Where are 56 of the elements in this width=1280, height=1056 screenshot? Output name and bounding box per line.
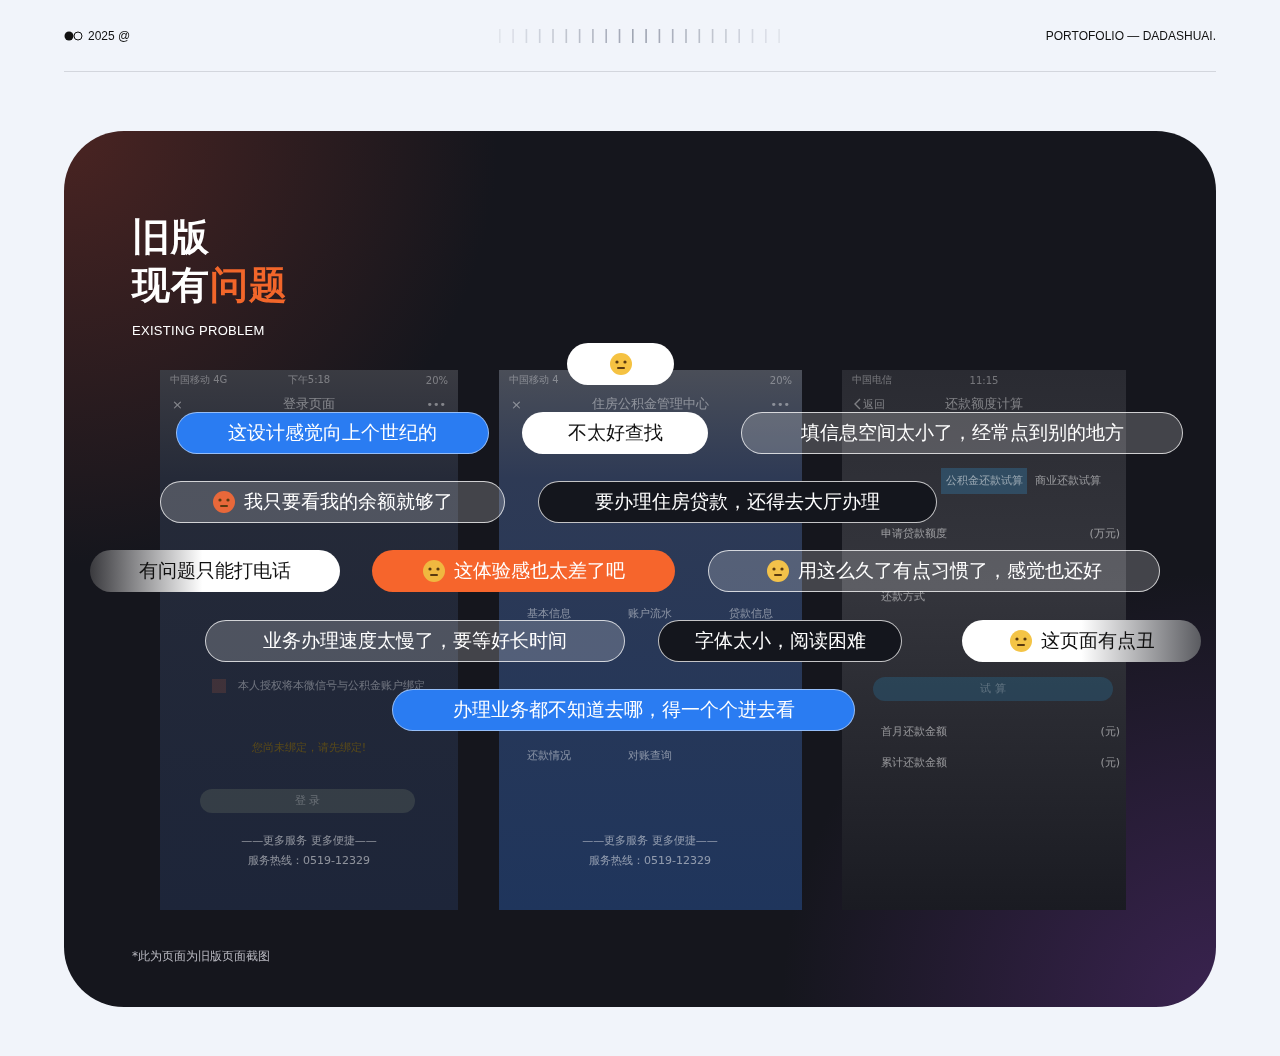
field-label: 累计还款金额 bbox=[881, 755, 947, 771]
emoji-icon bbox=[422, 559, 446, 583]
unit-label: (元) bbox=[1100, 724, 1120, 740]
menu-item[interactable]: 基本信息 bbox=[527, 606, 571, 622]
comment-bubble: 不太好查找 bbox=[522, 412, 708, 454]
footer-text: ——更多服务 更多便捷—— bbox=[241, 833, 377, 849]
screen-title: 住房公积金管理中心 bbox=[592, 395, 709, 413]
subtitle: EXISTING PROBLEM bbox=[132, 323, 266, 338]
battery-label: 20% bbox=[425, 374, 448, 386]
heading-accent: 问题 bbox=[210, 263, 288, 307]
comment-bubble: 填信息空间太小了，经常点到别的地方 bbox=[741, 412, 1183, 454]
comment-bubble: 这页面有点丑 bbox=[962, 620, 1201, 662]
menu-item[interactable]: 账户流水 bbox=[628, 606, 672, 622]
comment-bubble: 我只要看我的余额就够了 bbox=[160, 481, 505, 523]
comment-bubble: 要办理住房贷款，还得去大厅办理 bbox=[538, 481, 937, 523]
emoji-icon bbox=[1008, 629, 1033, 653]
close-button[interactable]: × bbox=[172, 396, 183, 412]
chevron-icon bbox=[854, 398, 861, 410]
more-button[interactable]: ••• bbox=[426, 397, 446, 411]
year-label: 2025 @ bbox=[88, 28, 131, 43]
footer-text: 服务热线：0519-12329 bbox=[589, 853, 711, 869]
brand-label: PORTOFOLIO — DADASHUAI. bbox=[1044, 28, 1216, 43]
comment-bubble: 字体太小，阅读困难 bbox=[658, 620, 902, 662]
heading-text: 现有 bbox=[132, 263, 210, 307]
comment-bubble: 业务办理速度太慢了，要等好长时间 bbox=[205, 620, 625, 662]
checkbox[interactable] bbox=[212, 679, 226, 693]
footer-text: 服务热线：0519-12329 bbox=[248, 853, 370, 869]
unit-label: (元) bbox=[1100, 755, 1120, 771]
emoji-icon bbox=[608, 352, 633, 376]
calc-tab[interactable]: 商业还款试算 bbox=[1031, 468, 1105, 494]
field-label: 申请贷款额度 bbox=[881, 526, 947, 542]
menu-item[interactable]: 对账查询 bbox=[628, 748, 672, 764]
comment-bubble: 这体验感也太差了吧 bbox=[372, 550, 675, 592]
battery-label: 20% bbox=[769, 374, 792, 386]
close-button[interactable]: × bbox=[511, 396, 522, 412]
screen-title: 登录页面 bbox=[283, 395, 335, 413]
comment-bubble: 有问题只能打电话 bbox=[90, 550, 340, 592]
screen-title: 还款额度计算 bbox=[945, 395, 1023, 413]
status-time: 11:15 bbox=[969, 374, 999, 386]
heading-line: 旧版 bbox=[132, 214, 211, 261]
menu-item[interactable]: 贷款信息 bbox=[729, 606, 773, 622]
emoji-icon bbox=[766, 559, 790, 583]
menu-item[interactable]: 还款情况 bbox=[527, 748, 571, 764]
footer-text: ——更多服务 更多便捷—— bbox=[582, 833, 718, 849]
comment-bubble: 用这么久了有点习惯了，感觉也还好 bbox=[708, 550, 1160, 592]
field-label: 还款方式 bbox=[881, 589, 925, 605]
back-button[interactable]: 返回 bbox=[854, 396, 885, 412]
emoji-icon bbox=[212, 490, 236, 514]
footnote: *此为页面为旧版页面截图 bbox=[132, 948, 270, 965]
unit-label: (万元) bbox=[1089, 526, 1120, 542]
more-button[interactable]: ••• bbox=[770, 397, 790, 411]
comment-bubble: 办理业务都不知道去哪，得一个个进去看 bbox=[392, 689, 855, 731]
calc-tab[interactable]: 公积金还款试算 bbox=[941, 468, 1027, 494]
comment-bubble: 这设计感觉向上个世纪的 bbox=[176, 412, 489, 454]
toggle-icon bbox=[64, 30, 84, 41]
field-label: 首月还款金额 bbox=[881, 724, 947, 740]
